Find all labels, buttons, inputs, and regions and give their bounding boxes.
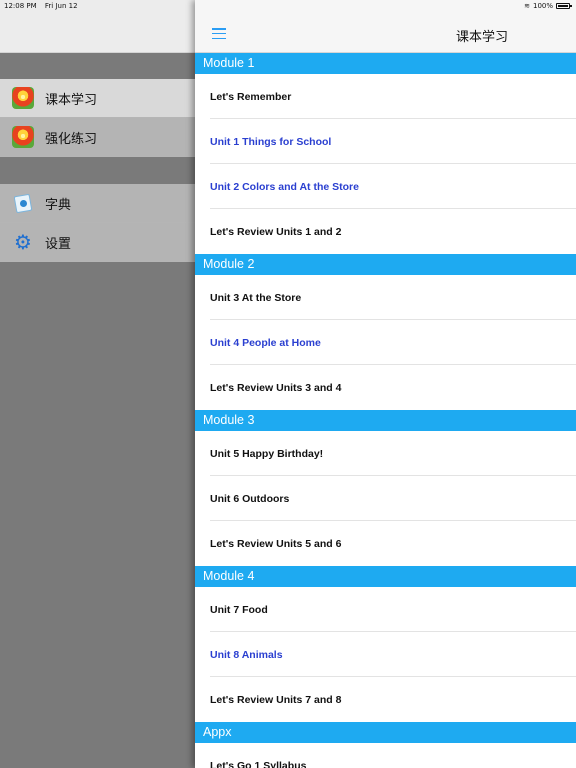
section-header: Appx [195, 722, 576, 743]
sidebar-item-label: 字典 [45, 197, 72, 213]
section-header: Module 2 [195, 254, 576, 275]
status-bar: 12:08 PM Fri Jun 12 ≋ 100% [0, 0, 576, 12]
sidebar-group-tools: 字典 ⚙ 设置 [0, 184, 196, 262]
section-header: Module 1 [195, 53, 576, 74]
lesson-row[interactable]: Let's Review Units 1 and 2 [195, 209, 576, 254]
sidebar: 课本学习 强化练习 字典 ⚙ 设置 [0, 0, 196, 768]
lesson-row[interactable]: Unit 3 At the Store [195, 275, 576, 320]
sidebar-item-dictionary[interactable]: 字典 [0, 184, 196, 223]
sidebar-item-label: 设置 [45, 236, 72, 252]
sidebar-item-practice[interactable]: 强化练习 [0, 118, 196, 157]
sidebar-item-settings[interactable]: ⚙ 设置 [0, 223, 196, 262]
status-time: 12:08 PM [4, 2, 37, 10]
sidebar-group-learning: 课本学习 强化练习 [0, 79, 196, 157]
lesson-row[interactable]: Unit 8 Animals [195, 632, 576, 677]
dictionary-icon [12, 192, 34, 214]
battery-percent: 100% [532, 2, 553, 10]
battery-icon [556, 3, 572, 9]
lesson-row[interactable]: Unit 2 Colors and At the Store [195, 164, 576, 209]
main-panel: 课本学习 Module 1 Let's Remember Unit 1 Things… [195, 0, 576, 768]
sidebar-item-label: 强化练习 [45, 131, 98, 147]
hamburger-menu-icon[interactable] [212, 28, 226, 39]
lesson-row[interactable]: Unit 1 Things for School [195, 119, 576, 164]
lesson-row[interactable]: Unit 5 Happy Birthday! [195, 431, 576, 476]
status-date: Fri Jun 12 [44, 2, 78, 10]
lesson-row[interactable]: Unit 6 Outdoors [195, 476, 576, 521]
lesson-list: Module 1 Let's Remember Unit 1 Things for … [195, 53, 576, 768]
lesson-row[interactable]: Let's Review Units 7 and 8 [195, 677, 576, 722]
page-title: 课本学习 [455, 30, 508, 45]
textbook-app-icon [12, 87, 34, 109]
lesson-row[interactable]: Unit 4 People at Home [195, 320, 576, 365]
practice-app-icon [12, 126, 34, 148]
wifi-icon: ≋ [524, 2, 530, 10]
lesson-row[interactable]: Let's Remember [195, 74, 576, 119]
sidebar-item-textbook[interactable]: 课本学习 [0, 79, 196, 118]
section-header: Module 4 [195, 566, 576, 587]
sidebar-item-label: 课本学习 [45, 92, 98, 108]
lesson-row[interactable]: Let's Review Units 5 and 6 [195, 521, 576, 566]
lesson-row[interactable]: Let's Go 1 Syllabus [195, 743, 576, 768]
section-header: Module 3 [195, 410, 576, 431]
lesson-row[interactable]: Let's Review Units 3 and 4 [195, 365, 576, 410]
gear-icon: ⚙ [14, 230, 32, 254]
battery-fill [558, 5, 568, 7]
lesson-row[interactable]: Unit 7 Food [195, 587, 576, 632]
